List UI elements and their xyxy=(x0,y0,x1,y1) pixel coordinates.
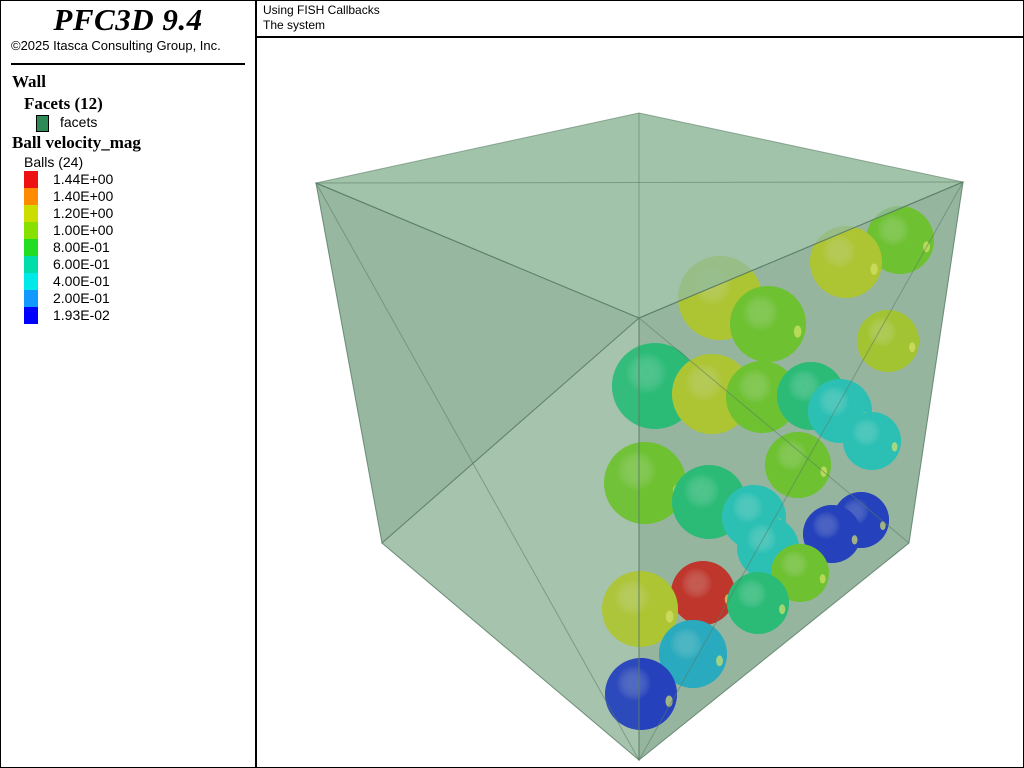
plot-subtitle: The system xyxy=(263,18,326,32)
colorbar-swatch xyxy=(24,171,38,188)
velocity-colorbar-labels: 1.44E+00 1.40E+00 1.20E+00 1.00E+00 8.00E-01… xyxy=(53,171,113,324)
colorbar-swatch xyxy=(24,205,38,222)
legend-wall-heading: Wall xyxy=(12,72,47,91)
legend-ball-velocity-heading: Ball velocity_mag xyxy=(12,133,141,152)
facets-color-swatch xyxy=(36,115,49,132)
colorbar-swatch xyxy=(24,188,38,205)
colorbar-swatch xyxy=(24,273,38,290)
colorbar-label: 1.44E+00 xyxy=(53,171,114,187)
copyright-text: ©2025 Itasca Consulting Group, Inc. xyxy=(11,38,221,53)
colorbar-swatch xyxy=(24,256,38,273)
wall-front-faces xyxy=(314,112,965,762)
colorbar-swatch xyxy=(24,290,38,307)
facets-label: facets xyxy=(60,114,98,130)
legend-panel: PFC3D 9.4 ©2025 Itasca Consulting Group,… xyxy=(1,1,257,767)
3d-viewport[interactable] xyxy=(257,38,1023,767)
plot-title: Using FISH Callbacks xyxy=(263,3,380,17)
colorbar-swatch xyxy=(24,222,38,239)
legend-balls-count: Balls (24) xyxy=(24,154,84,170)
colorbar-label: 2.00E-01 xyxy=(53,290,110,306)
app-title: PFC3D 9.4 xyxy=(53,2,203,37)
velocity-colorbar xyxy=(24,171,38,324)
colorbar-swatch xyxy=(24,307,38,324)
model-scene xyxy=(314,112,965,762)
colorbar-label: 8.00E-01 xyxy=(53,239,110,255)
plot-title-bar: Using FISH Callbacks The system xyxy=(257,1,1023,38)
colorbar-label: 1.00E+00 xyxy=(53,222,114,238)
legend-divider xyxy=(11,63,245,65)
colorbar-swatch xyxy=(24,239,38,256)
colorbar-label: 1.20E+00 xyxy=(53,205,114,221)
colorbar-label: 1.93E-02 xyxy=(53,307,110,323)
colorbar-label: 6.00E-01 xyxy=(53,256,110,272)
colorbar-label: 4.00E-01 xyxy=(53,273,110,289)
colorbar-label: 1.40E+00 xyxy=(53,188,114,204)
legend-facets-heading: Facets (12) xyxy=(24,94,103,113)
